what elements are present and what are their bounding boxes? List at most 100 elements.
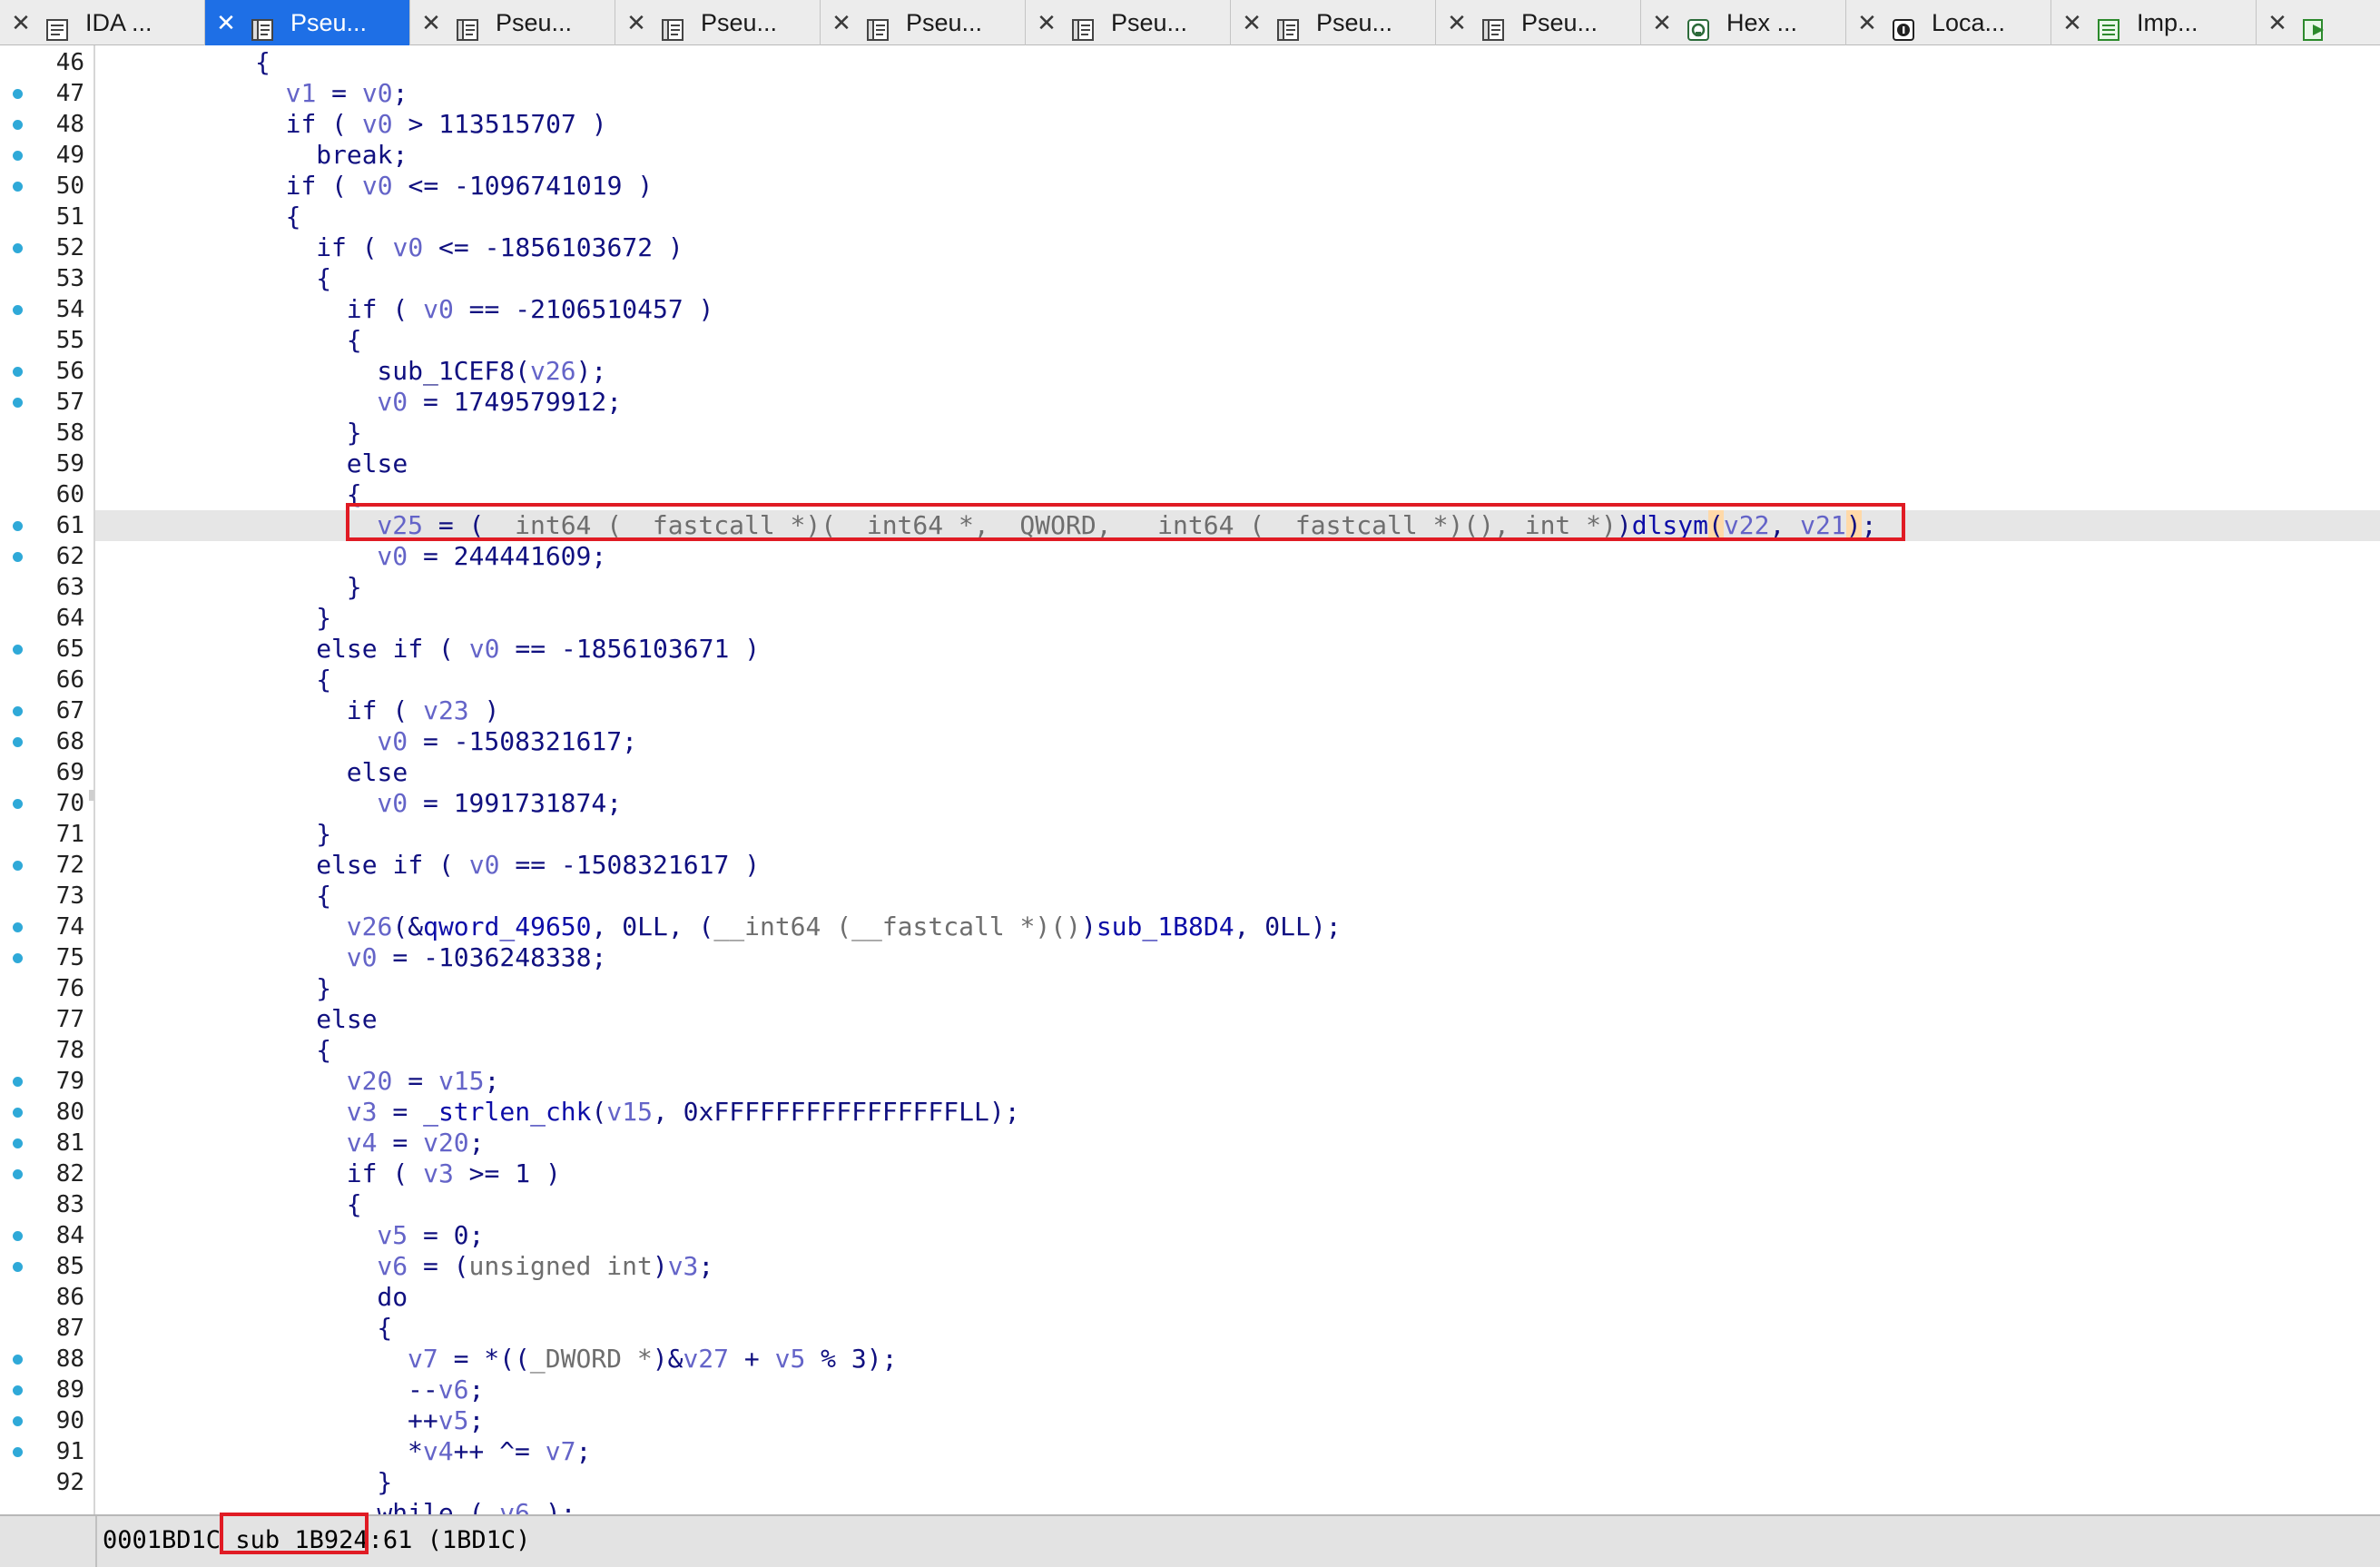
gutter-line[interactable]: 80 [0, 1097, 95, 1128]
code-line[interactable]: else [316, 1004, 377, 1035]
gutter-line[interactable]: 70 [0, 788, 95, 819]
code-line[interactable]: } [347, 572, 362, 603]
code-line[interactable]: } [316, 603, 331, 634]
code-line[interactable]: } [316, 819, 331, 850]
gutter-line[interactable]: 88 [0, 1344, 95, 1375]
code-line[interactable]: { [347, 1189, 362, 1220]
close-tab-icon[interactable]: ✕ [1648, 0, 1676, 45]
close-tab-icon[interactable]: ✕ [1443, 0, 1470, 45]
gutter-line[interactable]: 66 [0, 665, 95, 695]
code-line[interactable]: { [316, 1035, 331, 1066]
gutter-line[interactable]: 51 [0, 202, 95, 232]
code-line[interactable]: if ( v3 >= 1 ) [347, 1158, 561, 1189]
gutter-line[interactable]: 59 [0, 448, 95, 479]
gutter-line[interactable]: 90 [0, 1405, 95, 1436]
scroll-marker[interactable] [89, 790, 94, 801]
gutter-line[interactable]: 68 [0, 726, 95, 757]
breakpoint-dot-icon[interactable] [13, 1355, 23, 1365]
code-line[interactable]: ++v5; [408, 1405, 484, 1436]
breakpoint-dot-icon[interactable] [13, 367, 23, 377]
gutter-line[interactable]: 83 [0, 1189, 95, 1220]
breakpoint-dot-icon[interactable] [13, 182, 23, 192]
gutter-line[interactable]: 52 [0, 232, 95, 263]
close-tab-icon[interactable]: ✕ [7, 0, 34, 45]
breakpoint-dot-icon[interactable] [13, 120, 23, 130]
code-line[interactable]: v20 = v15; [347, 1066, 500, 1097]
gutter-line[interactable]: 79 [0, 1066, 95, 1097]
code-line[interactable]: do [377, 1282, 408, 1313]
tab-5[interactable]: ✕ Pseu... [1026, 0, 1231, 45]
gutter-line[interactable]: 50 [0, 171, 95, 202]
code-line[interactable]: v25 = (__int64 (__fastcall *)(__int64 *,… [377, 510, 1876, 541]
gutter-line[interactable]: 54 [0, 294, 95, 325]
code-line[interactable]: v0 = 1749579912; [377, 387, 622, 418]
gutter-line[interactable]: 67 [0, 695, 95, 726]
tab-0[interactable]: ✕ IDA ... [0, 0, 205, 45]
code-line[interactable]: break; [316, 140, 408, 171]
gutter-line[interactable]: 82 [0, 1158, 95, 1189]
gutter-line[interactable]: 58 [0, 418, 95, 448]
breakpoint-dot-icon[interactable] [13, 89, 23, 99]
tab-9[interactable]: ✕ Loca... [1846, 0, 2051, 45]
code-line[interactable]: else [347, 448, 408, 479]
code-line[interactable]: { [377, 1313, 392, 1344]
gutter-line[interactable]: 76 [0, 973, 95, 1004]
code-line[interactable]: } [377, 1467, 392, 1498]
breakpoint-dot-icon[interactable] [13, 1231, 23, 1241]
gutter-line[interactable]: 89 [0, 1375, 95, 1405]
code-line[interactable]: if ( v0 == -2106510457 ) [347, 294, 714, 325]
close-tab-icon[interactable]: ✕ [2059, 0, 2086, 45]
code-line[interactable]: v7 = *((_DWORD *)&v27 + v5 % 3); [408, 1344, 897, 1375]
code-line[interactable]: { [316, 263, 331, 294]
tab-7[interactable]: ✕ Pseu... [1436, 0, 1641, 45]
gutter-line[interactable]: 75 [0, 942, 95, 973]
code-line[interactable]: v6 = (unsigned int)v3; [377, 1251, 713, 1282]
tab-4[interactable]: ✕ Pseu... [821, 0, 1026, 45]
code-line[interactable]: v4 = v20; [347, 1128, 485, 1158]
code-line[interactable]: if ( v0 <= -1856103672 ) [316, 232, 684, 263]
code-line[interactable]: while ( v6 ); [377, 1498, 575, 1514]
code-line[interactable]: v0 = 244441609; [377, 541, 606, 572]
code-line[interactable]: { [316, 665, 331, 695]
code-line[interactable]: { [255, 47, 270, 78]
breakpoint-dot-icon[interactable] [13, 737, 23, 747]
close-tab-icon[interactable]: ✕ [1854, 0, 1881, 45]
gutter-line[interactable]: 78 [0, 1035, 95, 1066]
code-line[interactable]: sub_1CEF8(v26); [377, 356, 606, 387]
gutter-line[interactable]: 87 [0, 1313, 95, 1344]
close-tab-icon[interactable]: ✕ [212, 0, 240, 45]
code-line[interactable]: *v4++ ^= v7; [408, 1436, 591, 1467]
gutter-line[interactable]: 85 [0, 1251, 95, 1282]
code-line[interactable]: else [347, 757, 408, 788]
breakpoint-dot-icon[interactable] [13, 1385, 23, 1395]
gutter-line[interactable]: 56 [0, 356, 95, 387]
breakpoint-dot-icon[interactable] [13, 1447, 23, 1457]
gutter-line[interactable]: 69 [0, 757, 95, 788]
tab-8[interactable]: ✕ Hex ... [1641, 0, 1846, 45]
close-tab-icon[interactable]: ✕ [418, 0, 445, 45]
breakpoint-dot-icon[interactable] [13, 398, 23, 408]
breakpoint-dot-icon[interactable] [13, 1108, 23, 1118]
code-line[interactable]: } [347, 418, 362, 448]
code-line[interactable]: v0 = -1508321617; [377, 726, 637, 757]
close-tab-icon[interactable]: ✕ [828, 0, 855, 45]
breakpoint-dot-icon[interactable] [13, 706, 23, 716]
gutter-line[interactable]: 60 [0, 479, 95, 510]
gutter-line[interactable]: 64 [0, 603, 95, 634]
breakpoint-dot-icon[interactable] [13, 552, 23, 562]
gutter-line[interactable]: 92 [0, 1467, 95, 1498]
gutter-line[interactable]: 63 [0, 572, 95, 603]
code-line[interactable]: v26(&qword_49650, 0LL, (__int64 (__fastc… [347, 912, 1342, 942]
code-line[interactable]: { [316, 881, 331, 912]
pseudocode-view[interactable]: {v1 = v0; if ( v0 > 113515707 ) break; if (… [95, 45, 2380, 1514]
breakpoint-dot-icon[interactable] [13, 521, 23, 531]
tab-11[interactable]: ✕ [2257, 0, 2380, 45]
gutter-line[interactable]: 57 [0, 387, 95, 418]
breakpoint-dot-icon[interactable] [13, 861, 23, 871]
close-tab-icon[interactable]: ✕ [623, 0, 650, 45]
gutter-line[interactable]: 53 [0, 263, 95, 294]
gutter-line[interactable]: 84 [0, 1220, 95, 1251]
breakpoint-dot-icon[interactable] [13, 1262, 23, 1272]
gutter-line[interactable]: 65 [0, 634, 95, 665]
gutter-line[interactable]: 73 [0, 881, 95, 912]
